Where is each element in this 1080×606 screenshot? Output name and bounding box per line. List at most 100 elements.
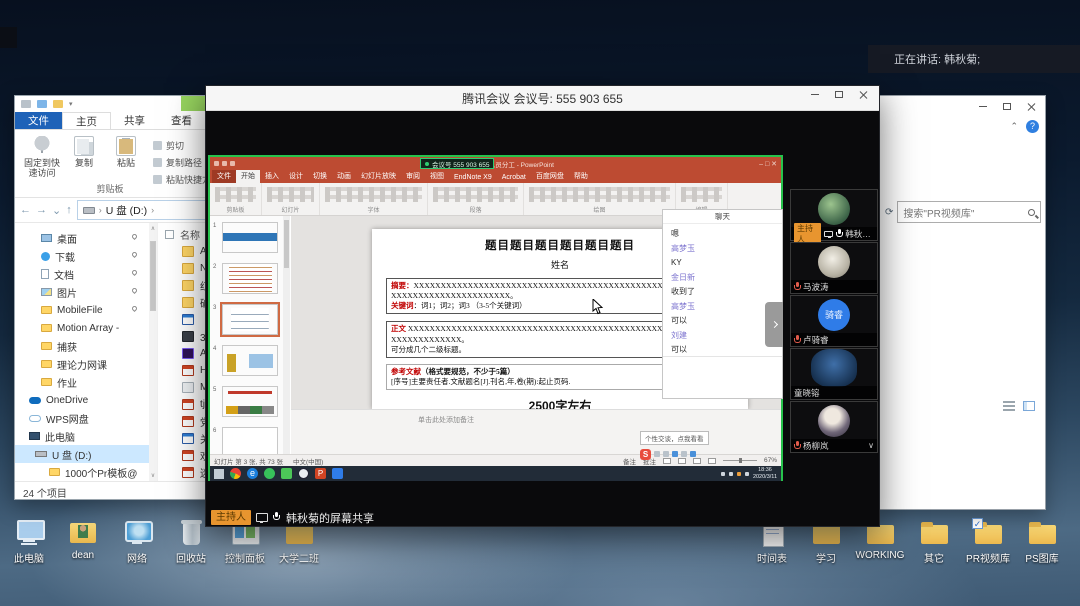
ppt-tab[interactable]: Acrobat xyxy=(497,173,531,183)
chevron-down-icon[interactable]: ∨ xyxy=(868,441,874,450)
close-button[interactable] xyxy=(1019,98,1043,114)
collapse-ribbon-icon[interactable]: ⌃ xyxy=(1010,121,1018,132)
participant-tile[interactable]: 马波涛 xyxy=(790,242,878,294)
ime-tool-icon[interactable] xyxy=(690,451,696,457)
participant-tile[interactable]: 杨柳岚 ∨ xyxy=(790,401,878,453)
folder-icon[interactable] xyxy=(53,100,63,108)
chat-input[interactable] xyxy=(663,356,782,398)
slideshow-icon[interactable] xyxy=(708,458,716,464)
ime-tool-icon[interactable] xyxy=(654,451,660,457)
checkbox-icon[interactable] xyxy=(37,100,47,108)
nav-scrollbar[interactable]: ∧ ∨ xyxy=(149,223,157,481)
search-icon[interactable] xyxy=(1028,209,1035,216)
breadcrumb-location[interactable]: U 盘 (D:) xyxy=(106,203,147,218)
desktop-icon[interactable]: ✓ 此电脑 xyxy=(2,518,56,565)
ribbon-group[interactable]: 段落 xyxy=(428,183,524,215)
slide-thumbnail[interactable]: 4 xyxy=(222,345,278,376)
qq-icon[interactable] xyxy=(298,468,309,479)
ppt-window-controls[interactable]: – □ ✕ xyxy=(759,160,777,168)
powerpoint-icon[interactable]: P xyxy=(315,468,326,479)
undo-icon[interactable] xyxy=(222,161,227,166)
up-button[interactable]: ↑ xyxy=(66,204,72,216)
slide-thumbnail[interactable]: 5 xyxy=(222,386,278,417)
language-indicator[interactable]: 中文(中国) xyxy=(293,456,323,466)
ppt-tab[interactable]: 文件 xyxy=(212,170,236,183)
ppt-tab[interactable]: 帮助 xyxy=(569,170,593,183)
sidebar-item[interactable]: Motion Array - xyxy=(15,319,149,337)
slide-thumbnail[interactable]: 2 xyxy=(222,263,278,294)
maximize-button[interactable] xyxy=(995,98,1019,114)
ppt-tab[interactable]: 幻灯片放映 xyxy=(356,170,401,183)
start-button[interactable] xyxy=(214,469,224,479)
notes-toggle[interactable]: 备注 xyxy=(623,456,636,466)
scrollbar-thumb[interactable] xyxy=(150,241,156,311)
redo-icon[interactable] xyxy=(230,161,235,166)
ime-tool-icon[interactable] xyxy=(681,451,687,457)
minimize-button[interactable] xyxy=(971,98,995,114)
sidebar-item[interactable]: 作业 xyxy=(15,373,149,391)
column-name[interactable]: 名称 xyxy=(180,227,200,242)
ime-tooltip[interactable]: 个性交谈，点我看看 xyxy=(640,431,709,445)
sidebar-item[interactable]: 捕获 xyxy=(15,337,149,355)
ime-toolbar[interactable]: S xyxy=(640,448,696,460)
sidebar-item[interactable]: WPS网盘 xyxy=(15,409,149,427)
participant-tile[interactable]: 童晓镕 xyxy=(790,348,878,400)
close-button[interactable] xyxy=(851,86,875,102)
sidebar-item[interactable]: 此电脑 xyxy=(15,427,149,445)
chrome-icon[interactable] xyxy=(230,468,241,479)
ime-tool-icon[interactable] xyxy=(663,451,669,457)
recent-locations-icon[interactable]: ⌄ xyxy=(52,204,61,217)
sidebar-item[interactable]: 1000个Pr模板@ xyxy=(15,463,149,481)
meeting-title-bar[interactable]: 腾讯会议 会议号: 555 903 655 xyxy=(206,86,879,111)
tab-view[interactable]: 查看 xyxy=(158,112,205,129)
tab-home[interactable]: 主页 xyxy=(62,112,111,129)
large-icons-view-icon[interactable] xyxy=(1023,401,1035,411)
ppt-title-bar[interactable]: 1-时间轴 最终版-人员分工 - PowerPoint – □ ✕ 会议号 55… xyxy=(210,157,781,170)
sidebar-item[interactable]: 下载 xyxy=(15,247,149,265)
desktop-icon[interactable]: ✓ PR视频库 xyxy=(961,518,1015,565)
tab-file[interactable]: 文件 xyxy=(15,112,62,129)
sidebar-item[interactable]: MobileFile xyxy=(15,301,149,319)
pin-to-quick-access-button[interactable]: 固定到快速访问 xyxy=(21,134,63,179)
ppt-tab[interactable]: 设计 xyxy=(284,170,308,183)
desktop-icon[interactable]: ✓ dean xyxy=(56,518,110,565)
sidebar-item[interactable]: 桌面 xyxy=(15,229,149,247)
help-icon[interactable]: ? xyxy=(1026,120,1039,133)
ppt-tab[interactable]: EndNote X9 xyxy=(449,173,497,183)
tab-share[interactable]: 共享 xyxy=(111,112,158,129)
slide-thumbnail[interactable]: 6 xyxy=(222,427,278,454)
sidebar-item[interactable]: 文档 xyxy=(15,265,149,283)
desktop-icon[interactable]: ✓ PS图库 xyxy=(1015,518,1069,565)
desktop-icon[interactable]: ✓ 其它 xyxy=(907,518,961,565)
app-green-icon[interactable] xyxy=(264,468,275,479)
zoom-slider[interactable] xyxy=(723,460,757,461)
wechat-icon[interactable] xyxy=(281,468,292,479)
ppt-tab[interactable]: 切换 xyxy=(308,170,332,183)
chevron-down-icon[interactable]: ▾ xyxy=(69,100,73,108)
ime-tool-icon[interactable] xyxy=(672,451,678,457)
ribbon-group[interactable]: 幻灯片 xyxy=(262,183,320,215)
maximize-button[interactable] xyxy=(827,86,851,102)
ppt-tab[interactable]: 动画 xyxy=(332,170,356,183)
thumbnail-scrollbar[interactable] xyxy=(283,216,290,454)
paste-button[interactable]: 粘贴 xyxy=(105,134,147,168)
ribbon-group[interactable]: 绘图 xyxy=(524,183,676,215)
save-icon[interactable] xyxy=(214,161,219,166)
ppt-tab[interactable]: 视图 xyxy=(425,170,449,183)
sogou-input-icon[interactable]: S xyxy=(640,449,651,460)
search-input[interactable]: 搜索"PR视频库" xyxy=(897,201,1041,223)
ppt-tab[interactable]: 百度网盘 xyxy=(531,170,569,183)
ribbon-group[interactable]: 剪贴板 xyxy=(210,183,262,215)
ppt-tab[interactable]: 开始 xyxy=(236,170,260,183)
back-button[interactable]: ← xyxy=(20,204,31,216)
ppt-tab[interactable]: 插入 xyxy=(260,170,284,183)
zoom-level[interactable]: 67% xyxy=(764,457,777,464)
participant-tile[interactable]: 骑睿 卢骑睿 xyxy=(790,295,878,347)
sidebar-item[interactable]: OneDrive xyxy=(15,391,149,409)
copy-button[interactable]: 复制 xyxy=(63,134,105,168)
participant-tile[interactable]: 主持人 韩秋菊... xyxy=(790,189,878,241)
ppt-tab[interactable]: 审阅 xyxy=(401,170,425,183)
forward-button[interactable]: → xyxy=(36,204,47,216)
refresh-icon[interactable]: ⟳ xyxy=(885,207,893,218)
sidebar-item[interactable]: 理论力网课 xyxy=(15,355,149,373)
